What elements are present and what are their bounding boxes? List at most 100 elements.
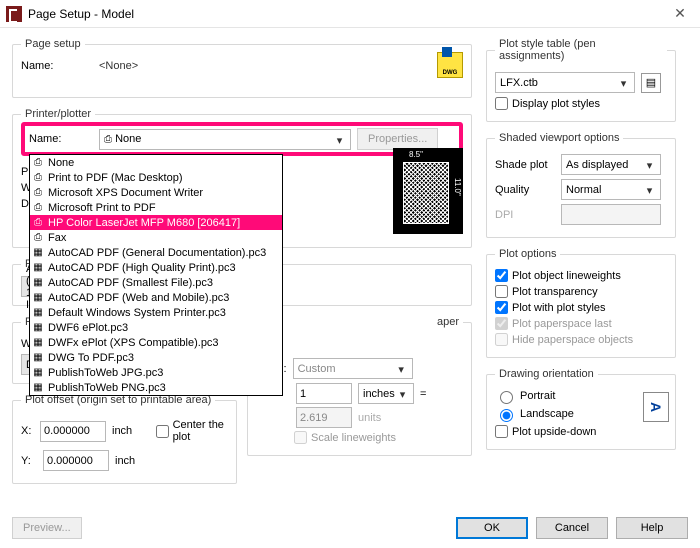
printer-option[interactable]: ▦DWF6 ePlot.pc3	[30, 320, 282, 335]
scale-numerator-input[interactable]	[296, 383, 352, 404]
printer-option[interactable]: ⎙Microsoft Print to PDF	[30, 200, 282, 215]
printer-option[interactable]: ▦PublishToWeb JPG.pc3	[30, 365, 282, 380]
printer-option[interactable]: ▦Default Windows System Printer.pc3	[30, 305, 282, 320]
chevron-down-icon: ▾	[332, 133, 347, 148]
plot-options-legend: Plot options	[495, 248, 560, 260]
quality-combo[interactable]: Normal▾	[561, 179, 661, 200]
app-icon	[6, 6, 22, 22]
plot-transparency-checkbox[interactable]: Plot transparency	[495, 285, 667, 298]
display-plot-styles-checkbox[interactable]: Display plot styles	[495, 97, 667, 110]
printer-option[interactable]: ⎙Microsoft XPS Document Writer	[30, 185, 282, 200]
plot-lineweights-checkbox[interactable]: Plot object lineweights	[495, 269, 667, 282]
printer-icon: ⎙	[32, 172, 44, 184]
properties-button[interactable]: Properties...	[357, 128, 438, 150]
printer-icon: ⎙	[32, 217, 44, 229]
edit-style-button[interactable]: ▤	[641, 73, 661, 93]
shade-plot-combo[interactable]: As displayed▾	[561, 154, 661, 175]
x-label: X:	[21, 425, 34, 437]
orientation-group: Drawing orientation Portrait Landscape P…	[486, 368, 676, 450]
printer-option[interactable]: ▦AutoCAD PDF (Web and Mobile).pc3	[30, 290, 282, 305]
dpi-input	[561, 204, 661, 225]
plotter-icon: ▦	[32, 337, 44, 349]
plot-scale-legend-fragment: xxxxxxxxxxxxxxxxxxxxxxaper	[256, 316, 463, 328]
chevron-down-icon: ▾	[642, 183, 657, 198]
printer-option-selected[interactable]: ⎙HP Color LaserJet MFP M680 [206417]	[30, 215, 282, 230]
shade-plot-label: Shade plot	[495, 159, 555, 171]
name-label: Name:	[21, 60, 93, 72]
printer-option[interactable]: ⎙None	[30, 155, 282, 170]
printer-option[interactable]: ▦PublishToWeb PNG.pc3	[30, 380, 282, 395]
printer-icon: ⎙	[32, 232, 44, 244]
hide-paperspace-checkbox: Hide paperspace objects	[495, 333, 667, 346]
pagesetup-name-value: <None>	[99, 60, 138, 72]
printer-icon: ⎙	[32, 157, 44, 169]
printer-option[interactable]: ⎙Fax	[30, 230, 282, 245]
plotter-icon: ▦	[32, 277, 44, 289]
center-plot-checkbox[interactable]: Center the plot	[156, 419, 228, 443]
y-unit: inch	[115, 455, 135, 467]
plot-paperspace-checkbox: Plot paperspace last	[495, 317, 667, 330]
paper-preview: 8.5" 11.0"	[393, 148, 463, 234]
printer-legend: Printer/plotter	[21, 108, 95, 120]
plot-style-legend: Plot style table (pen assignments)	[495, 38, 667, 62]
chevron-down-icon: ▾	[394, 362, 409, 377]
scale-denominator-input[interactable]	[296, 407, 352, 428]
printer-icon: ⎙	[32, 202, 44, 214]
printer-option[interactable]: ▦AutoCAD PDF (High Quality Print).pc3	[30, 260, 282, 275]
title-bar: Page Setup - Model ✕	[0, 0, 700, 28]
printer-name-label: Name:	[29, 133, 93, 145]
dialog-footer: Preview... OK Cancel Help	[0, 508, 700, 548]
scale-units-combo[interactable]: inches▾	[358, 383, 414, 404]
quality-label: Quality	[495, 184, 555, 196]
printer-dropdown-list[interactable]: ⎙None ⎙Print to PDF (Mac Desktop) ⎙Micro…	[29, 154, 283, 396]
denominator-unit: units	[358, 412, 381, 424]
plotter-icon: ▦	[32, 307, 44, 319]
help-button[interactable]: Help	[616, 517, 688, 539]
landscape-radio[interactable]: Landscape	[495, 406, 667, 422]
printer-name-combo[interactable]: ⎙ None ▾	[99, 129, 351, 150]
page-setup-group: Page setup Name: <None> DWG	[12, 38, 472, 98]
portrait-radio[interactable]: Portrait	[495, 388, 667, 404]
y-input[interactable]	[43, 450, 109, 471]
preview-height: 11.0"	[453, 178, 462, 196]
equals-label: =	[420, 388, 426, 400]
printer-icon: ⎙	[32, 187, 44, 199]
chevron-down-icon: ▾	[395, 387, 410, 402]
close-button[interactable]: ✕	[660, 0, 700, 28]
chevron-down-icon: ▾	[642, 158, 657, 173]
preview-width: 8.5"	[409, 150, 423, 159]
plotter-icon: ▦	[32, 247, 44, 259]
printer-option[interactable]: ⎙Print to PDF (Mac Desktop)	[30, 170, 282, 185]
y-label: Y:	[21, 455, 37, 467]
chevron-down-icon: ▾	[616, 76, 631, 91]
x-input[interactable]	[40, 421, 106, 442]
shaded-viewport-group: Shaded viewport options Shade plot As di…	[486, 132, 676, 238]
plotter-icon: ▦	[32, 382, 44, 394]
plotter-icon: ▦	[32, 352, 44, 364]
shaded-viewport-legend: Shaded viewport options	[495, 132, 623, 144]
plotter-icon: ▦	[32, 292, 44, 304]
plot-with-styles-checkbox[interactable]: Plot with plot styles	[495, 301, 667, 314]
window-title: Page Setup - Model	[28, 7, 660, 21]
printer-option[interactable]: ▦DWFx ePlot (XPS Compatible).pc3	[30, 335, 282, 350]
x-unit: inch	[112, 425, 132, 437]
plot-options-group: Plot options Plot object lineweights Plo…	[486, 248, 676, 358]
dwg-icon: DWG	[437, 52, 463, 78]
plotter-icon: ▦	[32, 322, 44, 334]
printer-option[interactable]: ▦DWG To PDF.pc3	[30, 350, 282, 365]
plot-style-group: Plot style table (pen assignments) LFX.c…	[486, 38, 676, 122]
plot-style-combo[interactable]: LFX.ctb▾	[495, 72, 635, 93]
orientation-legend: Drawing orientation	[495, 368, 598, 380]
cancel-button[interactable]: Cancel	[536, 517, 608, 539]
scale-combo[interactable]: Custom▾	[293, 358, 413, 379]
scale-lineweights-checkbox: Scale lineweights	[294, 431, 463, 444]
plotter-icon: ▦	[32, 367, 44, 379]
printer-option[interactable]: ▦AutoCAD PDF (General Documentation).pc3	[30, 245, 282, 260]
orientation-icon: A	[643, 392, 669, 422]
printer-option[interactable]: ▦AutoCAD PDF (Smallest File).pc3	[30, 275, 282, 290]
preview-button[interactable]: Preview...	[12, 517, 82, 539]
printer-group: Printer/plotter Name: ⎙ None ▾ Propertie…	[12, 108, 472, 248]
ok-button[interactable]: OK	[456, 517, 528, 539]
upside-down-checkbox[interactable]: Plot upside-down	[495, 425, 667, 438]
plotter-icon: ▦	[32, 262, 44, 274]
